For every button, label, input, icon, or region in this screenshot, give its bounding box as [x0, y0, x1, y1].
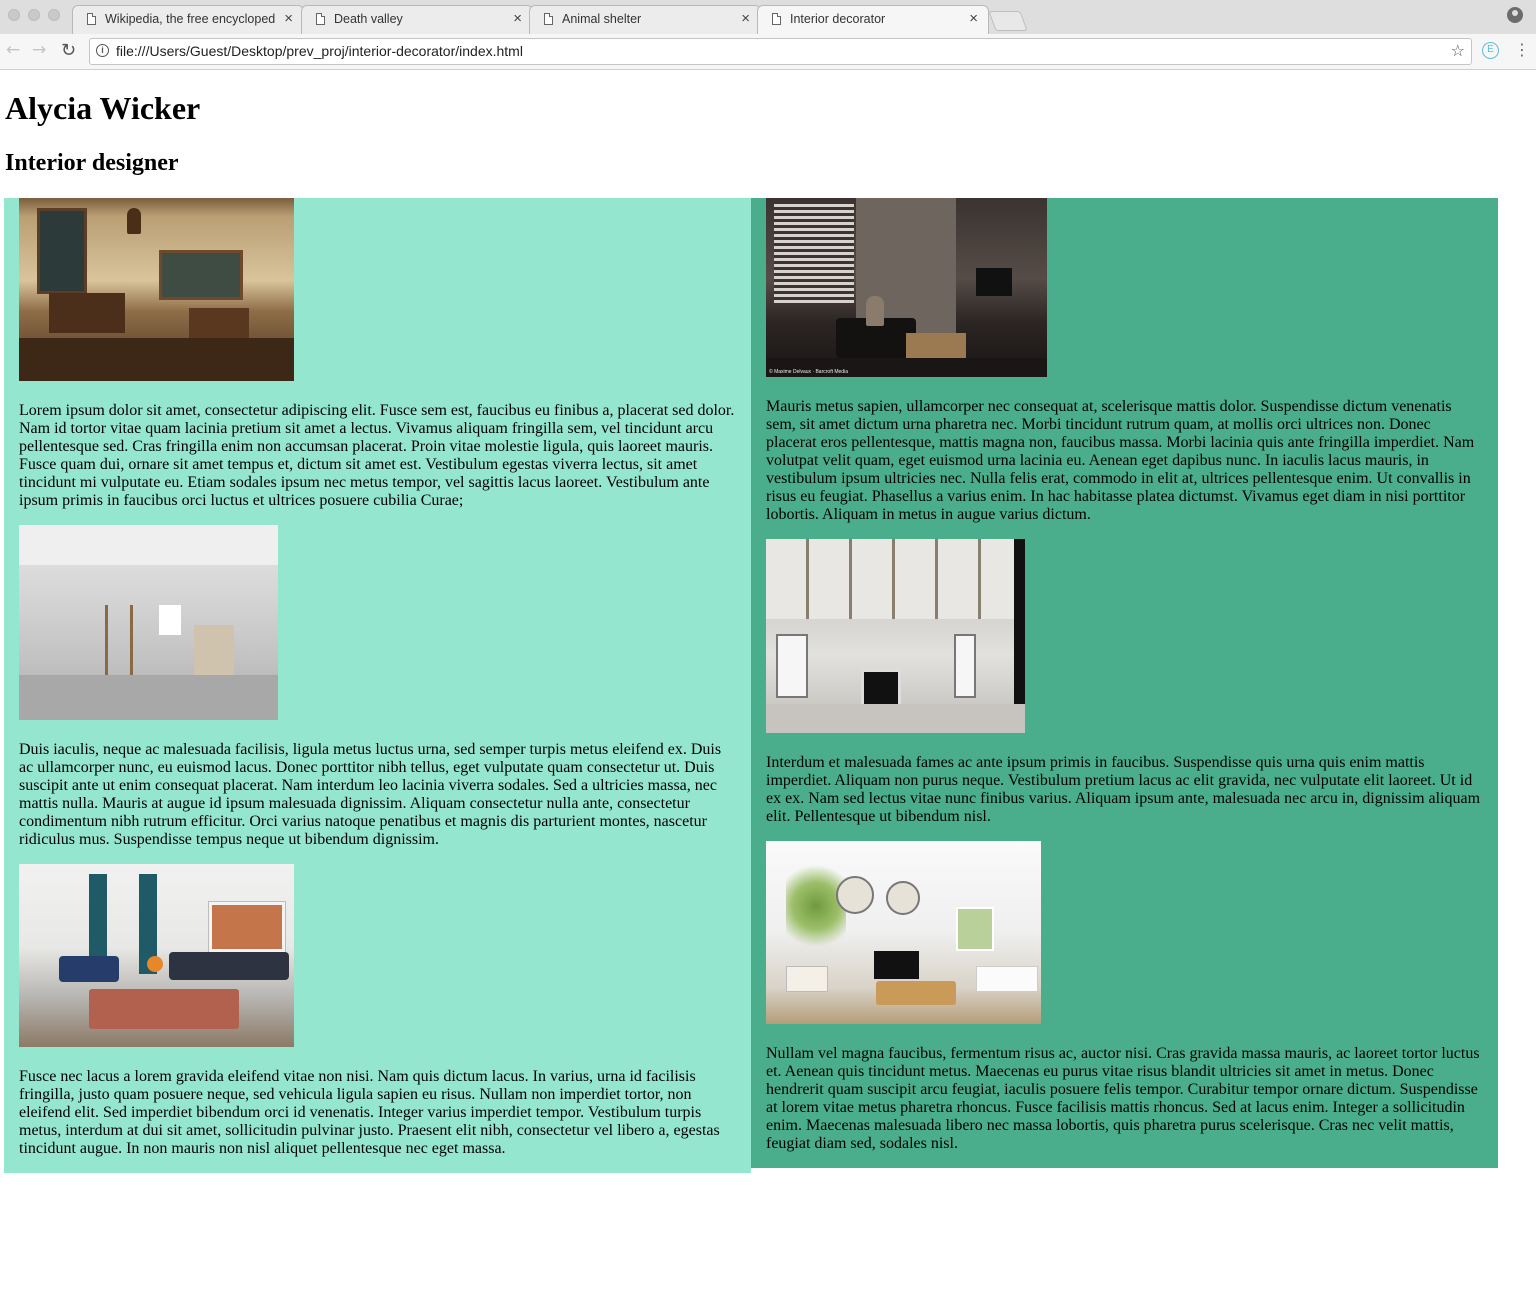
coffered-ceiling-room-photo — [766, 539, 1025, 733]
close-tab-icon[interactable]: × — [513, 10, 522, 27]
tab-animal-shelter[interactable]: Animal shelter × — [529, 5, 761, 34]
address-bar[interactable]: i file:///Users/Guest/Desktop/prev_proj/… — [89, 38, 1472, 65]
tab-death-valley[interactable]: Death valley × — [301, 5, 533, 34]
reload-icon[interactable]: ↻ — [61, 40, 76, 61]
paragraph-4: Mauris metus sapien, ullamcorper nec con… — [766, 398, 1475, 523]
paragraph-3: Fusce nec lacus a lorem gravida eleifend… — [19, 1068, 720, 1157]
new-tab-button[interactable] — [988, 11, 1028, 31]
left-column: Lorem ipsum dolor sit amet, consectetur … — [4, 198, 751, 1173]
zoom-window-button[interactable] — [48, 9, 60, 21]
paragraph-1: Lorem ipsum dolor sit amet, consectetur … — [19, 402, 735, 509]
paragraph-2: Duis iaculis, neque ac malesuada facilis… — [19, 741, 722, 848]
tab-title: Death valley — [334, 12, 403, 26]
tab-wikipedia[interactable]: Wikipedia, the free encyclopedia × — [72, 5, 304, 34]
document-icon — [316, 13, 325, 25]
forward-arrow-icon[interactable]: → — [32, 40, 46, 60]
close-tab-icon[interactable]: × — [969, 10, 978, 27]
kebab-menu-icon[interactable]: ⋮ — [1514, 40, 1530, 59]
document-icon — [772, 13, 781, 25]
tab-strip: Wikipedia, the free encyclopedia × Death… — [0, 0, 1536, 35]
extension-icon[interactable]: E — [1482, 42, 1499, 59]
info-icon[interactable]: i — [96, 44, 109, 57]
minimize-window-button[interactable] — [28, 9, 40, 21]
paragraph-6: Nullam vel magna faucibus, fermentum ris… — [766, 1045, 1480, 1152]
tab-title: Interior decorator — [790, 12, 886, 26]
close-window-button[interactable] — [8, 9, 20, 21]
tab-interior-decorator[interactable]: Interior decorator × — [757, 5, 989, 35]
bookmark-star-icon[interactable]: ☆ — [1451, 41, 1465, 60]
url-text[interactable]: file:///Users/Guest/Desktop/prev_proj/in… — [116, 43, 523, 59]
drywall-room-photo — [19, 525, 278, 720]
tab-title: Animal shelter — [562, 12, 642, 26]
white-living-room-photo — [766, 841, 1041, 1024]
classroom-photo — [19, 198, 294, 381]
right-column: © Maxime Delvaux · Barcroft Media Mauris… — [751, 198, 1498, 1168]
browser-toolbar: ← → ↻ i file:///Users/Guest/Desktop/prev… — [0, 34, 1536, 70]
paragraph-5: Interdum et malesuada fames ac ante ipsu… — [766, 754, 1481, 825]
photo-credit: © Maxime Delvaux · Barcroft Media — [769, 369, 848, 375]
document-icon — [87, 13, 96, 25]
close-tab-icon[interactable]: × — [741, 10, 750, 27]
document-icon — [544, 13, 553, 25]
page-title: Alycia Wicker — [5, 90, 201, 126]
back-arrow-icon[interactable]: ← — [6, 40, 20, 60]
close-tab-icon[interactable]: × — [284, 10, 293, 27]
profile-icon[interactable] — [1507, 7, 1523, 23]
dark-living-room-photo: © Maxime Delvaux · Barcroft Media — [766, 198, 1047, 377]
page-subtitle: Interior designer — [5, 150, 179, 176]
living-room-blue-sofa-photo — [19, 864, 294, 1047]
tab-title: Wikipedia, the free encyclopedia — [105, 12, 275, 26]
